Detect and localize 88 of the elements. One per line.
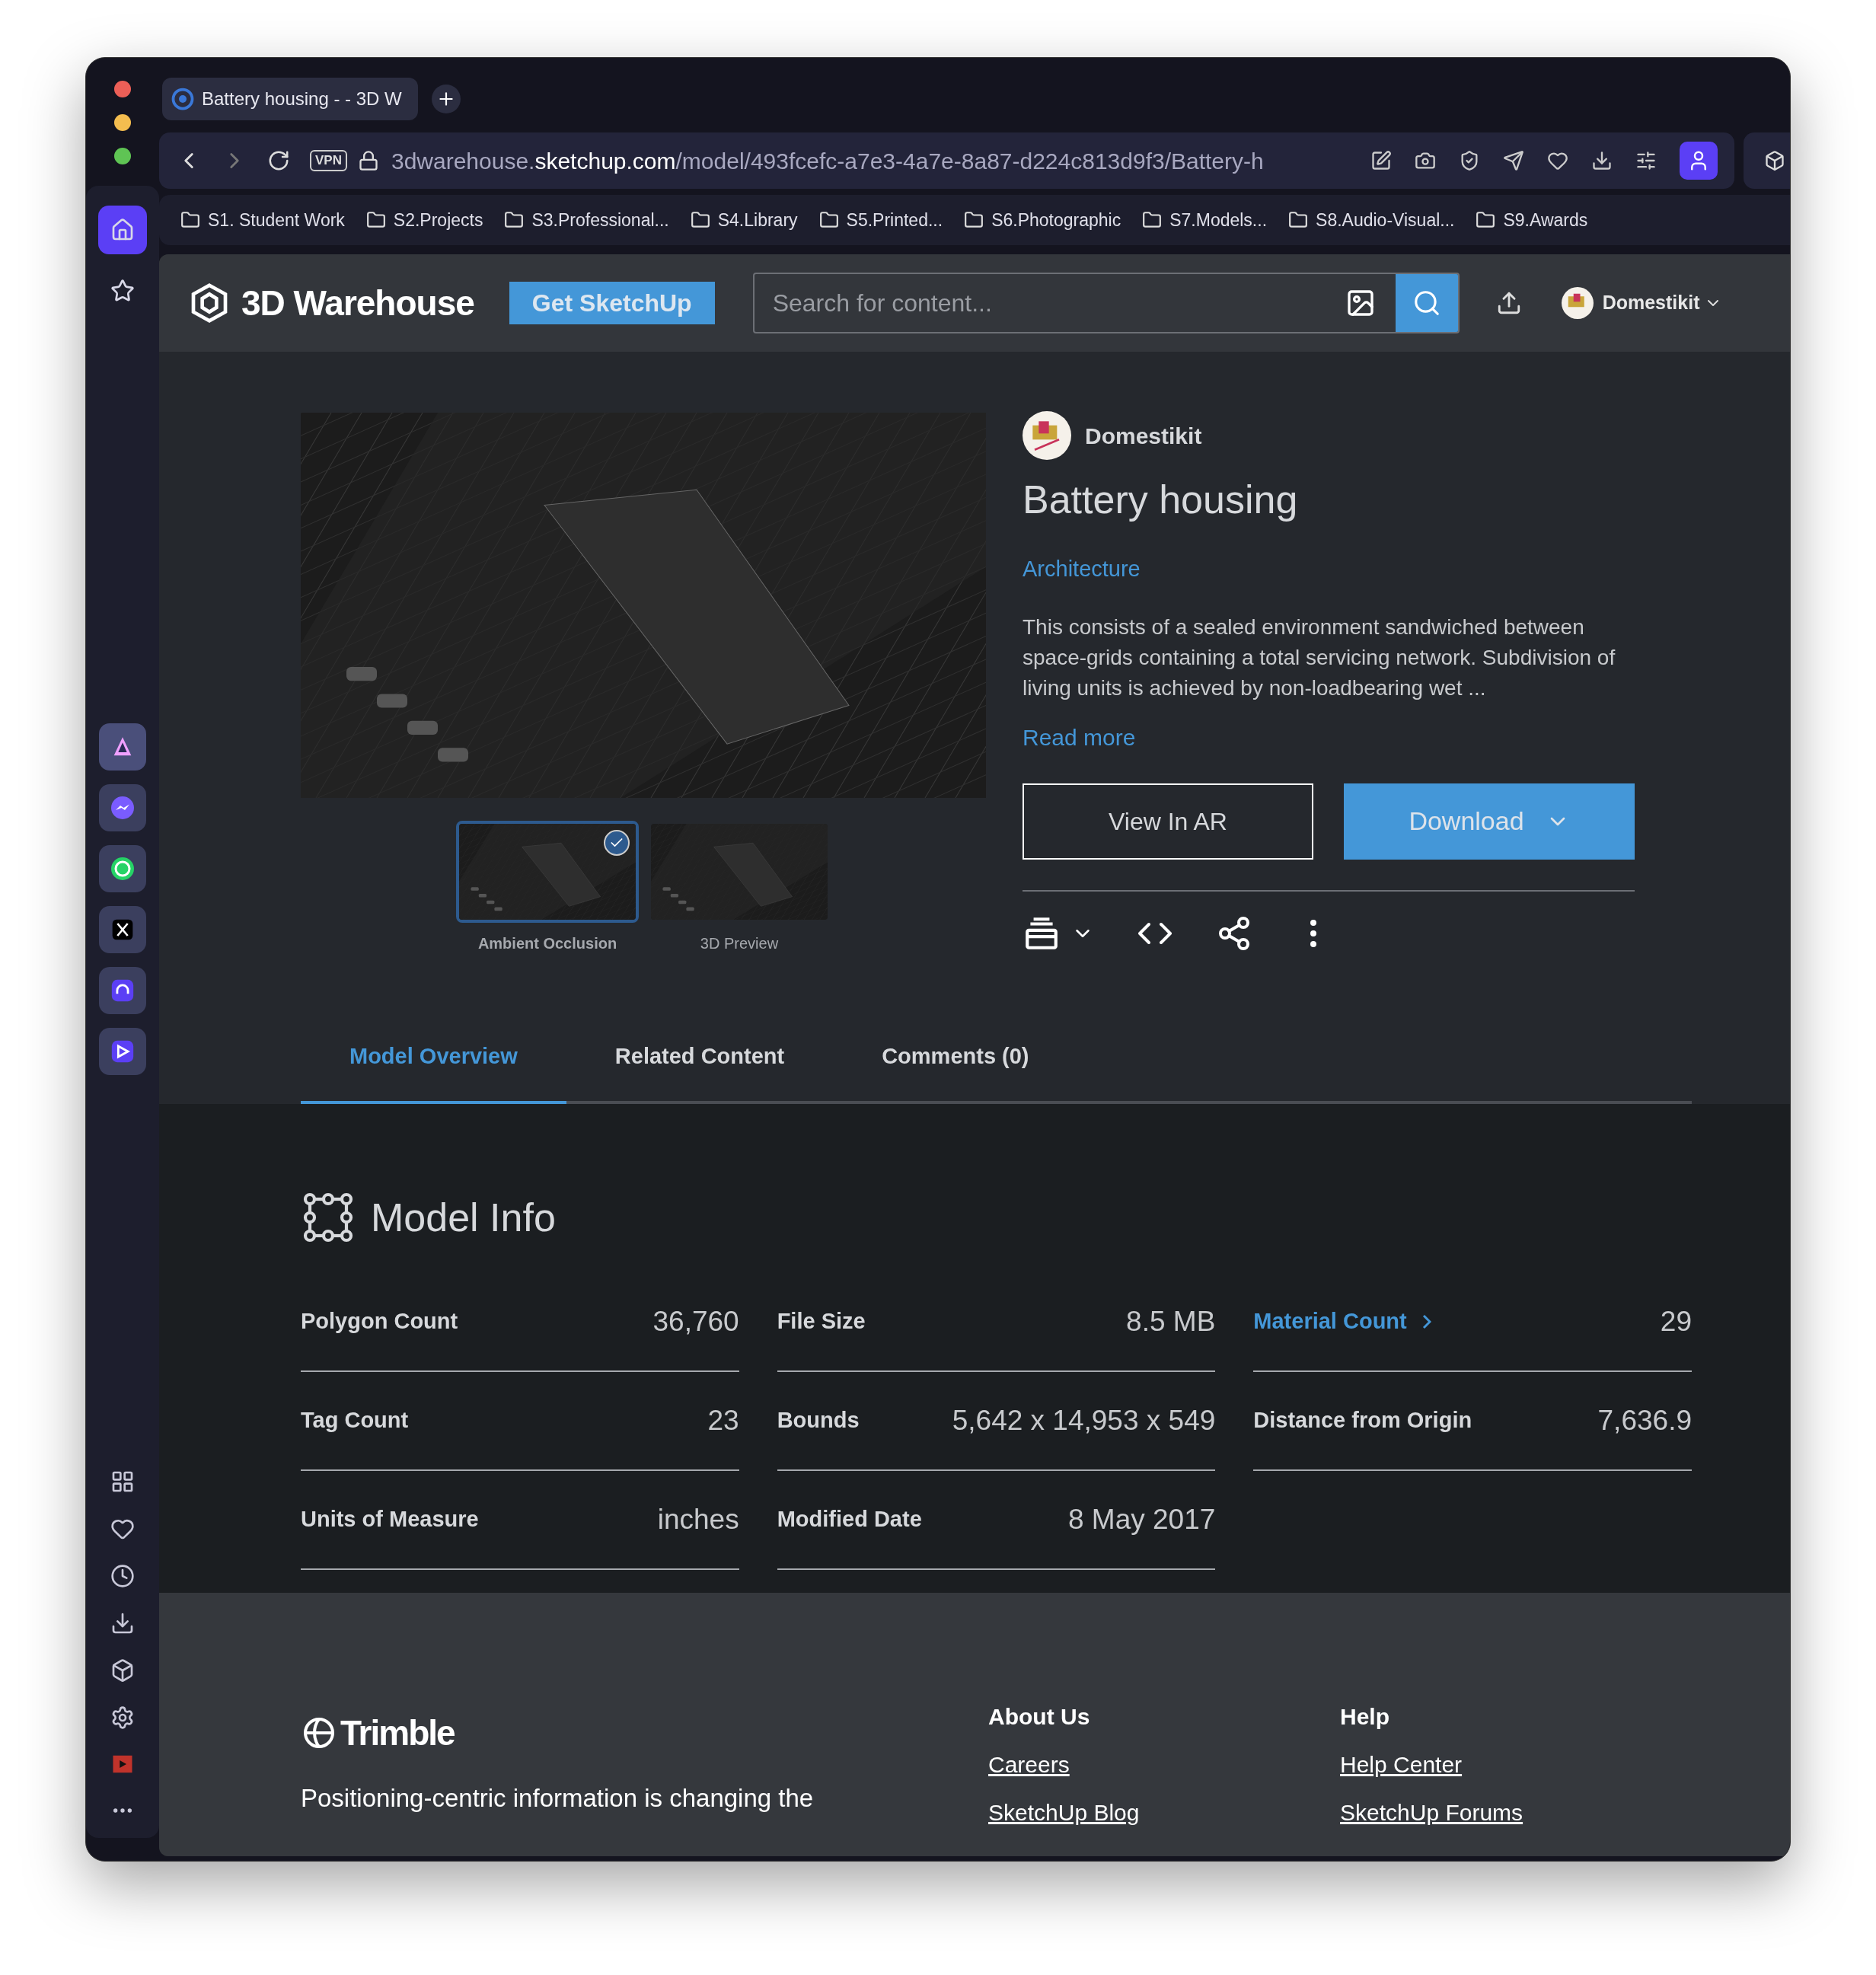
cube-icon[interactable] (1764, 150, 1785, 171)
home-button[interactable] (98, 206, 147, 254)
star-icon (110, 279, 135, 303)
user-avatar-icon[interactable] (1561, 287, 1594, 319)
trimble-logo-text[interactable]: Trimble (340, 1706, 455, 1760)
sliders-icon[interactable] (1635, 150, 1657, 171)
bookmark-folder[interactable]: S2.Projects (365, 206, 483, 234)
footer-link[interactable]: Careers (988, 1747, 1340, 1782)
search-field[interactable]: Search for content... (752, 273, 1460, 333)
page-tab[interactable]: Related Content (566, 1040, 834, 1104)
thumbnail-label: 3D Preview (700, 934, 779, 953)
folder-icon (1142, 210, 1163, 230)
info-value: 8.5 MB (1126, 1304, 1216, 1338)
thumbnail-label: Ambient Occlusion (477, 934, 617, 953)
folder-icon (1476, 210, 1496, 230)
footer-link[interactable]: Help Center (1340, 1747, 1692, 1782)
footer-link[interactable]: SketchUp Blog (988, 1795, 1340, 1830)
settings-icon[interactable] (110, 1705, 135, 1730)
site-logo-icon (171, 88, 194, 110)
cube-icon[interactable] (110, 1658, 135, 1683)
model-description: This consists of a sealed environment sandwiched between space-grids containing a total servicing network. Subdivision of living units is achieved by non-loadbearing wet ... (1023, 614, 1616, 701)
profile-button[interactable] (1680, 142, 1718, 180)
bookmark-folder[interactable]: S3.Professional... (504, 206, 669, 234)
info-value: 23 (707, 1403, 739, 1437)
view-in-ar-button[interactable]: View In AR (1023, 783, 1313, 860)
search-button[interactable] (1395, 274, 1458, 332)
x-logo-icon[interactable] (99, 906, 146, 953)
folder-icon (1288, 210, 1309, 230)
bookmark-folder[interactable]: S1. Student Work (180, 206, 345, 234)
home-icon (110, 218, 135, 242)
download-icon[interactable] (110, 1611, 135, 1635)
info-value: 29 (1660, 1304, 1692, 1338)
close-window-button[interactable] (114, 81, 131, 97)
edit-icon[interactable] (1370, 150, 1392, 171)
footer-heading: Help (1340, 1702, 1390, 1731)
info-link[interactable]: Material Count (1253, 1304, 1431, 1338)
bookmark-folder[interactable]: S6.Photographic (964, 206, 1121, 234)
info-label: Tag Count (301, 1406, 409, 1434)
author-name[interactable]: Domestikit (1085, 418, 1202, 453)
page-tab[interactable]: Comments (0) (833, 1040, 1078, 1104)
send-icon[interactable] (1503, 150, 1524, 171)
folder-icon (180, 210, 200, 230)
url-field[interactable]: 3dwarehouse.sketchup.com/model/493fcefc-a7e3-4a7e-8a87-d224c813d9f3/Battery-h (391, 143, 1264, 178)
folder-icon (504, 210, 525, 230)
info-value: 7,636.9 (1597, 1403, 1692, 1437)
info-label: Distance from Origin (1253, 1406, 1472, 1434)
info-label: Polygon Count (301, 1307, 458, 1335)
maximize-window-button[interactable] (114, 148, 131, 164)
bookmark-folder[interactable]: S4.Library (690, 206, 798, 234)
lock-icon (357, 150, 379, 171)
info-value: inches (657, 1502, 739, 1536)
minimize-window-button[interactable] (114, 114, 131, 131)
apps-grid-icon[interactable] (110, 1469, 135, 1494)
footer-tagline: Positioning-centric information is changing the (301, 1782, 815, 1814)
tab-title: Battery housing - - 3D W (202, 88, 402, 110)
heart-icon[interactable] (1547, 150, 1568, 171)
browser-tab[interactable]: Battery housing - - 3D W (162, 78, 418, 120)
chevron-right-icon (1421, 1313, 1431, 1329)
category-link[interactable]: Architecture (1023, 553, 1636, 586)
info-label: Units of Measure (301, 1505, 479, 1533)
folder-icon (365, 210, 386, 230)
user-menu-button[interactable]: Domestikit (1602, 289, 1723, 317)
info-value: 5,642 x 14,953 x 549 (952, 1403, 1216, 1437)
bookmark-folder[interactable]: S7.Models... (1142, 206, 1268, 234)
reload-icon[interactable] (267, 149, 290, 172)
folder-icon (690, 210, 710, 230)
history-icon[interactable] (110, 1564, 135, 1588)
footer-heading: About Us (988, 1702, 1091, 1731)
footer-link[interactable]: SketchUp Forums (1340, 1795, 1692, 1830)
bookmark-folder[interactable]: S8.Audio-Visual... (1288, 206, 1455, 234)
new-tab-button[interactable] (432, 85, 461, 113)
bookmark-folder[interactable]: S9.Awards (1476, 206, 1588, 234)
folder-icon (964, 210, 984, 230)
bookmark-folder[interactable]: S5.Printed... (818, 206, 943, 234)
info-value: 36,760 (652, 1304, 739, 1338)
section-title: Model Info (371, 1194, 556, 1241)
site-logo-text[interactable]: 3D Warehouse (241, 276, 474, 330)
download-icon[interactable] (1591, 150, 1613, 171)
info-label: Bounds (777, 1406, 860, 1434)
play-icon[interactable] (99, 1028, 146, 1075)
author-avatar-icon[interactable] (1023, 411, 1071, 460)
model-title: Battery housing (1023, 477, 1299, 523)
folder-icon (818, 210, 839, 230)
info-label: File Size (777, 1307, 866, 1335)
info-label: Modified Date (777, 1505, 922, 1533)
info-value: 8 May 2017 (1067, 1502, 1216, 1536)
vpn-badge[interactable]: VPN (310, 150, 347, 171)
read-more-link[interactable]: Read more (1023, 719, 1636, 755)
